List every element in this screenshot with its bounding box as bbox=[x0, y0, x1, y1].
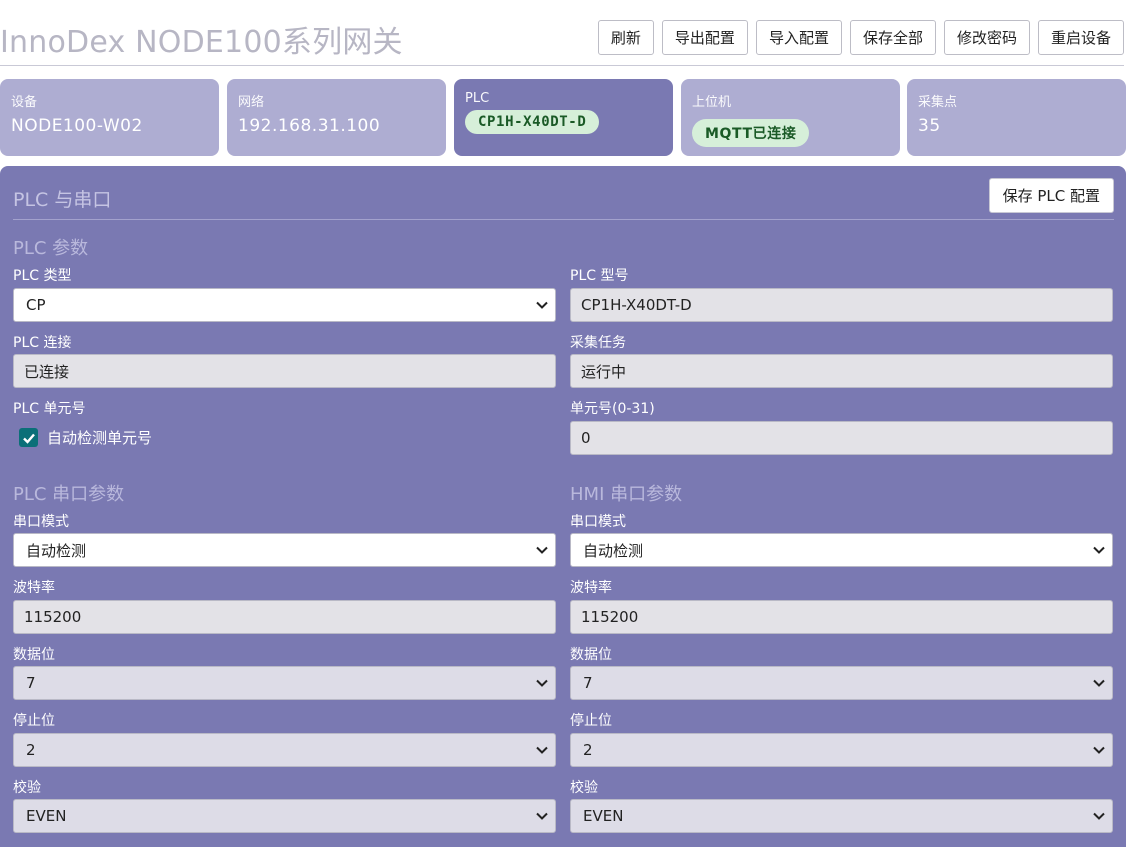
export-config-button[interactable]: 导出配置 bbox=[661, 20, 748, 55]
import-config-button[interactable]: 导入配置 bbox=[755, 20, 842, 55]
plc-parity-label: 校验 bbox=[13, 780, 41, 796]
card-points-label: 采集点 bbox=[918, 95, 958, 110]
collect-task-value: 运行中 bbox=[581, 362, 627, 381]
chevron-down-icon bbox=[1093, 812, 1105, 820]
plc-baud-value: 115200 bbox=[24, 608, 82, 626]
auto-detect-unit-row[interactable]: 自动检测单元号 bbox=[19, 427, 152, 448]
app-title: InnoDex NODE100系列网关 bbox=[0, 25, 403, 60]
plc-databits-select[interactable]: 7 bbox=[13, 666, 556, 700]
chevron-down-icon bbox=[536, 746, 548, 754]
card-host[interactable]: 上位机 MQTT已连接 bbox=[681, 79, 900, 156]
card-plc-label: PLC bbox=[465, 91, 490, 106]
unit-number-value: 0 bbox=[581, 429, 591, 447]
card-network[interactable]: 网络 192.168.31.100 bbox=[227, 79, 446, 156]
plc-connection-field[interactable]: 已连接 bbox=[13, 354, 556, 388]
plc-type-value: CP bbox=[26, 296, 46, 314]
plc-serial-mode-select[interactable]: 自动检测 bbox=[13, 533, 556, 567]
card-device-value: NODE100-W02 bbox=[11, 116, 143, 136]
hmi-databits-label: 数据位 bbox=[570, 647, 612, 663]
chevron-down-icon bbox=[1093, 679, 1105, 687]
plc-connection-label: PLC 连接 bbox=[13, 335, 72, 351]
auto-detect-unit-checkbox[interactable] bbox=[19, 428, 38, 447]
plc-serial-mode-value: 自动检测 bbox=[26, 541, 87, 560]
card-device-label: 设备 bbox=[11, 95, 38, 110]
save-plc-config-button[interactable]: 保存 PLC 配置 bbox=[988, 178, 1114, 213]
save-all-button[interactable]: 保存全部 bbox=[849, 20, 936, 55]
card-host-label: 上位机 bbox=[692, 95, 732, 110]
plc-connection-value: 已连接 bbox=[24, 362, 70, 381]
status-cards: 设备 NODE100-W02 网络 192.168.31.100 PLC CP1… bbox=[0, 79, 1126, 156]
plc-type-select[interactable]: CP bbox=[13, 288, 556, 322]
refresh-button[interactable]: 刷新 bbox=[597, 20, 654, 55]
hmi-stopbits-select[interactable]: 2 bbox=[570, 733, 1113, 767]
chevron-down-icon bbox=[536, 546, 548, 554]
unit-number-label: 单元号(0-31) bbox=[570, 401, 655, 417]
plc-model-label: PLC 型号 bbox=[570, 268, 629, 284]
hmi-databits-select[interactable]: 7 bbox=[570, 666, 1113, 700]
card-plc[interactable]: PLC CP1H-X40DT-D bbox=[454, 79, 673, 156]
hmi-serial-mode-select[interactable]: 自动检测 bbox=[570, 533, 1113, 567]
chevron-down-icon bbox=[536, 679, 548, 687]
plc-baud-label: 波特率 bbox=[13, 580, 55, 596]
hmi-stopbits-value: 2 bbox=[583, 741, 593, 759]
collect-task-label: 采集任务 bbox=[570, 335, 626, 351]
hmi-serial-title: HMI 串口参数 bbox=[570, 484, 683, 505]
auto-detect-unit-label: 自动检测单元号 bbox=[47, 429, 153, 447]
plc-type-label: PLC 类型 bbox=[13, 268, 72, 284]
hmi-baud-value: 115200 bbox=[581, 608, 639, 626]
plc-unit-label: PLC 单元号 bbox=[13, 401, 86, 417]
plc-serial-panel: PLC 与串口 保存 PLC 配置 PLC 参数 PLC 类型 CP PLC 型… bbox=[0, 166, 1126, 847]
plc-stopbits-label: 停止位 bbox=[13, 713, 55, 729]
card-device[interactable]: 设备 NODE100-W02 bbox=[0, 79, 219, 156]
plc-parity-select[interactable]: EVEN bbox=[13, 799, 556, 833]
hmi-parity-value: EVEN bbox=[583, 807, 624, 825]
hmi-baud-field[interactable]: 115200 bbox=[570, 600, 1113, 634]
plc-model-field[interactable]: CP1H-X40DT-D bbox=[570, 288, 1113, 322]
card-points-value: 35 bbox=[918, 116, 941, 136]
card-network-label: 网络 bbox=[238, 95, 265, 110]
plc-serial-title: PLC 串口参数 bbox=[13, 484, 125, 505]
panel-divider bbox=[13, 219, 1114, 220]
hmi-databits-value: 7 bbox=[583, 674, 593, 692]
plc-databits-value: 7 bbox=[26, 674, 36, 692]
plc-serial-mode-label: 串口模式 bbox=[13, 514, 69, 530]
plc-baud-field[interactable]: 115200 bbox=[13, 600, 556, 634]
change-password-button[interactable]: 修改密码 bbox=[943, 20, 1030, 55]
chevron-down-icon bbox=[1093, 746, 1105, 754]
hmi-stopbits-label: 停止位 bbox=[570, 713, 612, 729]
plc-parity-value: EVEN bbox=[26, 807, 67, 825]
check-icon bbox=[22, 433, 35, 444]
plc-model-value: CP1H-X40DT-D bbox=[581, 296, 692, 314]
unit-number-field[interactable]: 0 bbox=[570, 421, 1113, 455]
hmi-serial-mode-value: 自动检测 bbox=[583, 541, 644, 560]
reboot-button[interactable]: 重启设备 bbox=[1037, 20, 1124, 55]
mqtt-status-badge: MQTT已连接 bbox=[692, 119, 810, 147]
chevron-down-icon bbox=[536, 301, 548, 309]
hmi-serial-mode-label: 串口模式 bbox=[570, 514, 626, 530]
card-points[interactable]: 采集点 35 bbox=[907, 79, 1126, 156]
plc-databits-label: 数据位 bbox=[13, 647, 55, 663]
plc-stopbits-select[interactable]: 2 bbox=[13, 733, 556, 767]
plc-stopbits-value: 2 bbox=[26, 741, 36, 759]
collect-task-field[interactable]: 运行中 bbox=[570, 354, 1113, 388]
chevron-down-icon bbox=[536, 812, 548, 820]
plc-model-badge: CP1H-X40DT-D bbox=[465, 110, 600, 134]
plc-params-title: PLC 参数 bbox=[13, 238, 89, 259]
hmi-parity-label: 校验 bbox=[570, 780, 598, 796]
hmi-baud-label: 波特率 bbox=[570, 580, 612, 596]
hmi-parity-select[interactable]: EVEN bbox=[570, 799, 1113, 833]
card-network-value: 192.168.31.100 bbox=[238, 116, 381, 136]
header: InnoDex NODE100系列网关 刷新 导出配置 导入配置 保存全部 修改… bbox=[0, 0, 1124, 66]
toolbar: 刷新 导出配置 导入配置 保存全部 修改密码 重启设备 bbox=[597, 20, 1124, 55]
panel-title: PLC 与串口 bbox=[13, 189, 112, 211]
chevron-down-icon bbox=[1093, 546, 1105, 554]
